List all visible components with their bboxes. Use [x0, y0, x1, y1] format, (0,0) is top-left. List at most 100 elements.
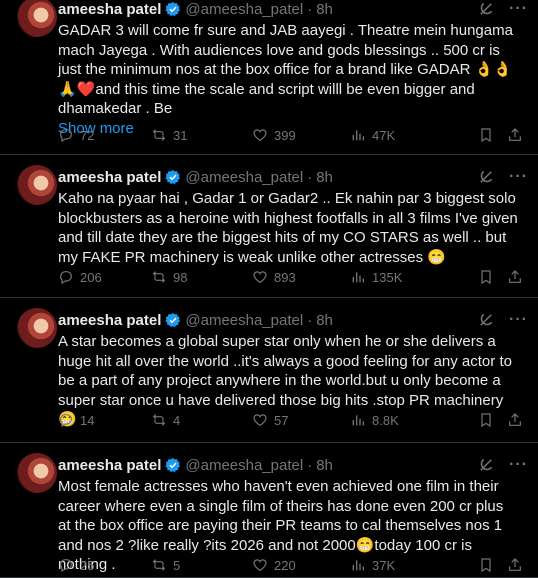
author-name[interactable]: ameesha patel	[58, 1, 161, 18]
like-count: 57	[274, 412, 289, 428]
share-button[interactable]	[507, 410, 523, 430]
tweet-text-body: GADAR 3 will come fr sure and JAB aayegi…	[58, 22, 513, 79]
tweet-text-body: A star becomes a global super star only …	[58, 333, 512, 409]
share-button[interactable]	[507, 125, 523, 145]
avatar[interactable]	[17, 165, 57, 205]
more-icon[interactable]: ···	[509, 168, 528, 186]
tweet-text-continued: and this time the scale and script willl…	[58, 80, 475, 118]
tweet-content: ameesha patel @ameesha_patel · 8h ··· Ka…	[58, 167, 528, 267]
share-button[interactable]	[507, 555, 523, 575]
timestamp[interactable]: 8h	[316, 169, 333, 186]
author-name[interactable]: ameesha patel	[58, 457, 161, 474]
heart-icon	[253, 414, 267, 427]
author-handle[interactable]: @ameesha_patel	[185, 169, 303, 186]
like-count: 399	[274, 127, 296, 143]
views-button[interactable]: 8.8K	[350, 410, 399, 430]
views-icon	[352, 130, 364, 141]
separator-dot: ·	[307, 168, 313, 186]
grok-icon[interactable]	[477, 168, 495, 186]
more-icon[interactable]: ···	[509, 0, 528, 18]
author-name[interactable]: ameesha patel	[58, 169, 161, 186]
verified-badge-icon	[165, 2, 181, 17]
views-button[interactable]: 47K	[350, 125, 395, 145]
views-icon	[352, 272, 364, 283]
views-count: 135K	[372, 269, 403, 285]
like-button[interactable]: 57	[252, 410, 288, 430]
repost-button[interactable]: 5	[151, 555, 180, 575]
tweet[interactable]: ameesha patel @ameesha_patel · 8h ··· Ka…	[0, 155, 538, 298]
timestamp[interactable]: 8h	[316, 312, 333, 329]
repost-icon	[152, 271, 166, 283]
repost-icon	[152, 559, 166, 571]
timestamp[interactable]: 8h	[316, 457, 333, 474]
heart-icon	[253, 559, 267, 572]
reply-button[interactable]: 206	[58, 267, 102, 287]
author-name[interactable]: ameesha patel	[58, 312, 161, 329]
like-button[interactable]: 399	[252, 125, 296, 145]
heart-icon	[253, 129, 267, 142]
reply-icon	[60, 271, 72, 285]
repost-count: 31	[173, 127, 188, 143]
repost-button[interactable]: 4	[151, 410, 180, 430]
like-button[interactable]: 893	[252, 267, 296, 287]
reply-button[interactable]: 14	[58, 410, 94, 430]
repost-button[interactable]: 31	[151, 125, 187, 145]
tweet-header: ameesha patel @ameesha_patel · 8h ···	[58, 310, 528, 330]
bookmark-icon	[481, 128, 491, 143]
tweet[interactable]: ameesha patel @ameesha_patel · 8h ··· A …	[0, 298, 538, 443]
repost-icon	[152, 129, 166, 141]
views-icon	[352, 415, 364, 426]
repost-count: 4	[173, 412, 181, 428]
bookmark-icon	[481, 270, 491, 285]
share-icon	[509, 413, 521, 426]
author-handle[interactable]: @ameesha_patel	[185, 457, 303, 474]
views-button[interactable]: 37K	[350, 555, 395, 575]
reply-count: 14	[80, 412, 95, 428]
share-button[interactable]	[507, 267, 523, 287]
avatar[interactable]	[17, 308, 57, 348]
tweet-actions: 25 5 220 37K	[58, 555, 528, 575]
views-icon	[352, 560, 364, 571]
reply-count: 25	[80, 557, 95, 573]
views-count: 47K	[372, 127, 396, 143]
tweet-actions: 206 98 893 135K	[58, 267, 528, 287]
like-count: 220	[274, 557, 296, 573]
bookmark-icon	[481, 413, 491, 428]
grok-icon[interactable]	[477, 456, 495, 474]
separator-dot: ·	[307, 456, 313, 474]
like-button[interactable]: 220	[252, 555, 296, 575]
grok-icon[interactable]	[477, 311, 495, 329]
emoji-grin-icon: 😁	[355, 536, 375, 554]
author-handle[interactable]: @ameesha_patel	[185, 312, 303, 329]
share-icon	[509, 270, 521, 283]
bookmark-button[interactable]	[478, 555, 494, 575]
verified-badge-icon	[165, 170, 181, 185]
tweet-header: ameesha patel @ameesha_patel · 8h ···	[58, 167, 528, 187]
tweet-text: Kaho na pyaar hai , Gadar 1 or Gadar2 ..…	[58, 189, 518, 267]
bookmark-button[interactable]	[478, 125, 494, 145]
avatar[interactable]	[17, 453, 57, 493]
avatar[interactable]	[17, 0, 57, 37]
author-handle[interactable]: @ameesha_patel	[185, 1, 303, 18]
tweet-content: ameesha patel @ameesha_patel · 8h ··· GA…	[58, 0, 528, 139]
grok-icon[interactable]	[477, 0, 495, 18]
more-icon[interactable]: ···	[509, 456, 528, 474]
bookmark-button[interactable]	[478, 267, 494, 287]
emoji-grin-icon: 😁	[427, 248, 446, 266]
more-icon[interactable]: ···	[509, 311, 528, 329]
tweet[interactable]: ameesha patel @ameesha_patel · 8h ··· Mo…	[0, 443, 538, 578]
bookmark-icon	[481, 558, 491, 573]
reply-button[interactable]: 25	[58, 555, 94, 575]
reply-button[interactable]: 72	[58, 125, 94, 145]
reply-count: 72	[80, 127, 95, 143]
views-count: 37K	[372, 557, 396, 573]
tweet[interactable]: ameesha patel @ameesha_patel · 8h ··· GA…	[0, 0, 538, 155]
tweet-header: ameesha patel @ameesha_patel · 8h ···	[58, 0, 528, 19]
timeline: ameesha patel @ameesha_patel · 8h ··· GA…	[0, 0, 538, 578]
tweet-text: GADAR 3 will come fr sure and JAB aayegi…	[58, 21, 518, 139]
bookmark-button[interactable]	[478, 410, 494, 430]
repost-button[interactable]: 98	[151, 267, 187, 287]
timestamp[interactable]: 8h	[316, 1, 333, 18]
views-button[interactable]: 135K	[350, 267, 402, 287]
tweet-header: ameesha patel @ameesha_patel · 8h ···	[58, 455, 528, 475]
